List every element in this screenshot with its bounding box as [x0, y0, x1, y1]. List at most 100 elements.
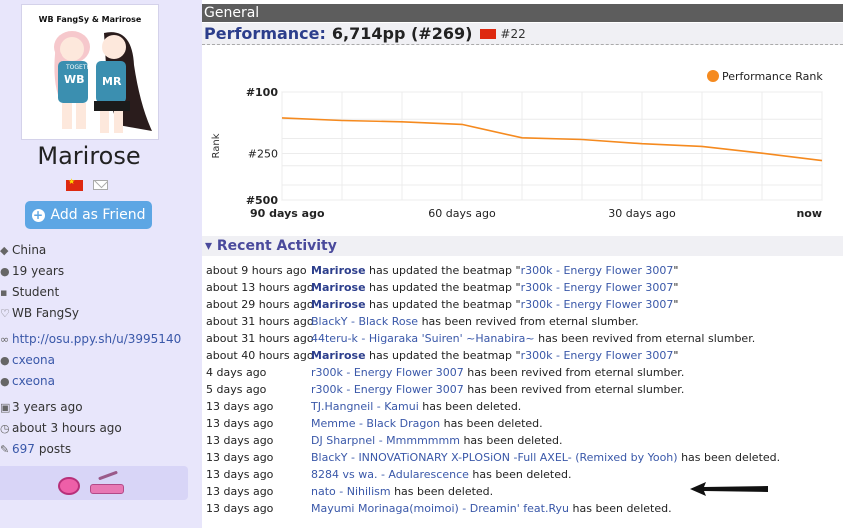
activity-time: about 9 hours ago — [206, 264, 307, 277]
activity-description: r300k - Energy Flower 3007 has been revi… — [311, 364, 684, 381]
profile-twitter-row[interactable]: ● cxeona — [0, 371, 55, 391]
activity-text: has been revived from eternal slumber. — [534, 332, 756, 345]
activity-time: 13 days ago — [206, 468, 274, 481]
profile-occupation-row: ▪ Student — [0, 282, 59, 302]
activity-beatmap-link[interactable]: r300k - Energy Flower 3007 — [311, 366, 464, 379]
activity-beatmap-link[interactable]: Mayumi Morinaga(moimoi) - Dreamin' feat.… — [311, 502, 569, 515]
activity-text: " — [673, 298, 679, 311]
activity-row: about 40 hours ago Marirose has updated t… — [206, 347, 842, 364]
annotation-arrow — [690, 482, 768, 496]
location-pin-icon: ◆ — [0, 243, 9, 257]
activity-row: 13 days ago DJ Sharpnel - Mmmmmmm has bee… — [206, 432, 842, 449]
activity-time: 5 days ago — [206, 383, 267, 396]
activity-row: about 29 hours ago Marirose has updated t… — [206, 296, 842, 313]
activity-user-link[interactable]: Marirose — [311, 281, 366, 294]
recent-activity-title: Recent Activity — [216, 238, 337, 254]
activity-beatmap-link[interactable]: TJ.Hangneil - Kamui — [311, 400, 419, 413]
add-friend-button[interactable]: + Add as Friend — [25, 201, 152, 229]
country-rank: #22 — [500, 26, 526, 41]
pencil-icon: ✎ — [0, 442, 10, 456]
activity-time: about 29 hours ago — [206, 298, 314, 311]
activity-description: Mayumi Morinaga(moimoi) - Dreamin' feat.… — [311, 500, 672, 517]
profile-twitter-link[interactable]: cxeona — [12, 374, 55, 388]
link-icon: ∞ — [0, 332, 10, 346]
profile-skype-link[interactable]: cxeona — [12, 353, 55, 367]
performance-chart: #100 #250 #500 90 days ago 60 days ago 30 day… — [202, 46, 843, 236]
performance-value: 6,714pp (#269) — [331, 24, 473, 43]
activity-text: has updated the beatmap " — [365, 349, 521, 362]
activity-list: about 9 hours ago Marirose has updated th… — [206, 262, 842, 517]
activity-description: Marirose has updated the beatmap "r300k … — [311, 279, 678, 296]
china-flag-icon — [480, 28, 497, 39]
profile-age: 19 years — [12, 264, 65, 278]
activity-description: TJ.Hangneil - Kamui has been deleted. — [311, 398, 521, 415]
activity-beatmap-link[interactable]: r300k - Energy Flower 3007 — [521, 349, 674, 362]
activity-text: has been deleted. — [390, 485, 494, 498]
activity-user-link[interactable]: Marirose — [311, 298, 366, 311]
activity-description: BlackY - INNOVATiONARY X-PLOSiON -Full A… — [311, 449, 780, 466]
activity-text: has been deleted. — [418, 400, 522, 413]
activity-row: 13 days ago BlackY - INNOVATiONARY X-PLOS… — [206, 449, 842, 466]
profile-website-link[interactable]: http://osu.ppy.sh/u/3995140 — [12, 332, 181, 346]
activity-time: about 31 hours ago — [206, 315, 314, 328]
activity-row: about 9 hours ago Marirose has updated th… — [206, 262, 842, 279]
section-title-general[interactable]: General — [202, 4, 843, 22]
tablet-icon — [90, 484, 124, 494]
activity-text: has updated the beatmap " — [365, 298, 521, 311]
activity-row: 13 days ago Mayumi Morinaga(moimoi) - Dre… — [206, 500, 842, 517]
activity-beatmap-link[interactable]: Memme - Black Dragon — [311, 417, 440, 430]
chart-x-tick-label: 60 days ago — [428, 207, 496, 220]
activity-text: " — [673, 281, 679, 294]
activity-beatmap-link[interactable]: r300k - Energy Flower 3007 — [521, 264, 674, 277]
profile-skype-row[interactable]: ● cxeona — [0, 350, 55, 370]
profile-last-active: about 3 hours ago — [12, 421, 122, 435]
activity-description: BlackY - Black Rose has been revived fro… — [311, 313, 639, 330]
mail-icon[interactable] — [93, 180, 108, 190]
profile-posts-row[interactable]: ✎ 697 posts — [0, 439, 71, 459]
profile-country: China — [12, 243, 47, 257]
profile-age-row: ● 19 years — [0, 261, 64, 281]
briefcase-icon: ▪ — [0, 285, 8, 299]
chart-x-tick-label: 30 days ago — [608, 207, 676, 220]
activity-text: has been revived from eternal slumber. — [418, 315, 639, 328]
activity-description: DJ Sharpnel - Mmmmmmm has been deleted. — [311, 432, 563, 449]
activity-beatmap-link[interactable]: r300k - Energy Flower 3007 — [521, 281, 674, 294]
activity-beatmap-link[interactable]: nato - Nihilism — [311, 485, 391, 498]
profile-website-row[interactable]: ∞ http://osu.ppy.sh/u/3995140 — [0, 329, 181, 349]
profile-posts-count[interactable]: 697 — [12, 442, 35, 456]
activity-text: has been deleted. — [468, 468, 572, 481]
person-icon: ● — [0, 264, 10, 278]
performance-chart-svg: #100 #250 #50090 days ago 60 days ago 30 day… — [211, 70, 823, 220]
chart-y-tick-label: #100 — [246, 86, 279, 99]
activity-text: has been deleted. — [677, 451, 781, 464]
chart-plot-area — [281, 91, 823, 201]
chart-y-tick-label: #500 — [246, 194, 279, 207]
activity-beatmap-link[interactable]: BlackY - Black Rose — [311, 315, 418, 328]
activity-text: " — [673, 349, 679, 362]
twitter-icon: ● — [0, 374, 10, 388]
activity-description: Marirose has updated the beatmap "r300k … — [311, 296, 678, 313]
activity-beatmap-link[interactable]: r300k - Energy Flower 3007 — [311, 383, 464, 396]
activity-text: has been deleted. — [569, 502, 672, 515]
activity-beatmap-link[interactable]: r300k - Energy Flower 3007 — [521, 298, 674, 311]
activity-description: r300k - Energy Flower 3007 has been revi… — [311, 381, 684, 398]
chart-x-tick-label: 90 days ago — [250, 207, 325, 220]
profile-joined-row: ▣ 3 years ago — [0, 397, 83, 417]
activity-beatmap-link[interactable]: BlackY - INNOVATiONARY X-PLOSiON -Full A… — [311, 451, 678, 464]
activity-user-link[interactable]: Marirose — [311, 264, 366, 277]
activity-time: about 40 hours ago — [206, 349, 314, 362]
performance-label: Performance: — [204, 24, 326, 43]
chart-legend-marker — [707, 70, 719, 82]
activity-beatmap-link[interactable]: 8284 vs wa. - Adularescence — [311, 468, 469, 481]
china-flag-icon — [66, 177, 83, 191]
recent-activity-header[interactable]: ▾ Recent Activity — [202, 236, 843, 256]
activity-text: has updated the beatmap " — [365, 264, 521, 277]
activity-beatmap-link[interactable]: 44teru-k - Higaraka 'Suiren' ~Hanabira~ — [311, 332, 535, 345]
skype-icon: ● — [0, 353, 10, 367]
profile-occupation: Student — [12, 285, 60, 299]
activity-beatmap-link[interactable]: DJ Sharpnel - Mmmmmmm — [311, 434, 460, 447]
avatar-shirt-text: TOGETHER — [65, 64, 99, 71]
performance-bar: Performance: 6,714pp (#269) #22 — [202, 23, 843, 45]
activity-row: 4 days ago r300k - Energy Flower 3007 has… — [206, 364, 842, 381]
activity-user-link[interactable]: Marirose — [311, 349, 366, 362]
